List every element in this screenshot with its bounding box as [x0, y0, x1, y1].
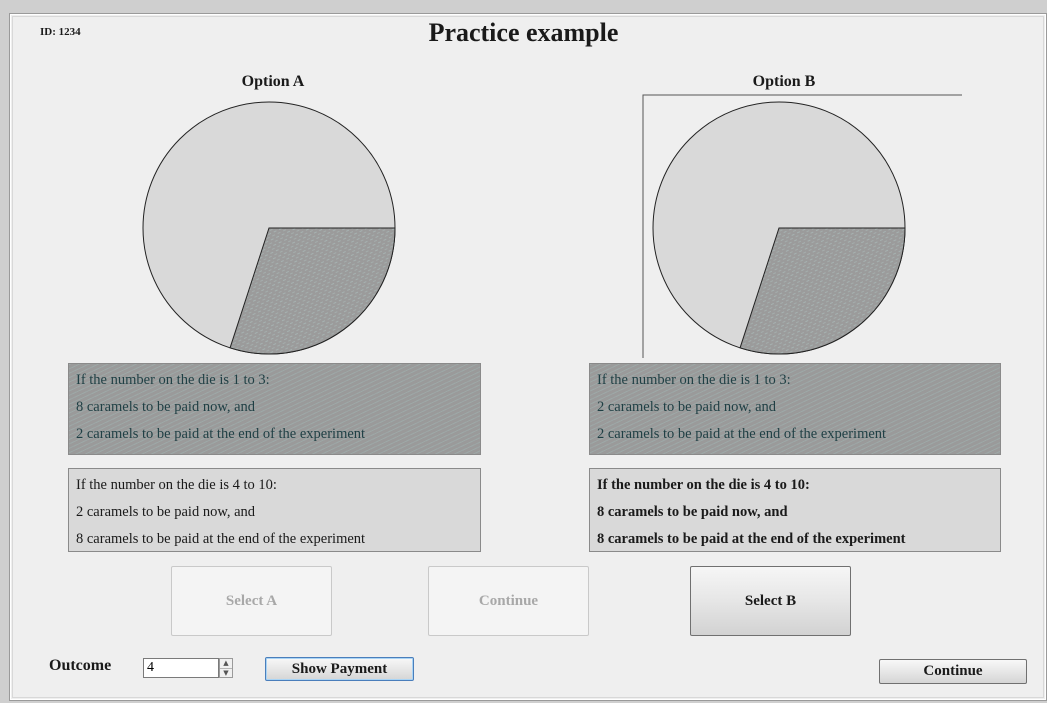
outcome-line: 2 caramels to be paid at the end of the …: [76, 426, 366, 442]
option-a-outcome-1-to-3: If the number on the die is 1 to 3: 8 ca…: [68, 363, 481, 455]
outcome-label: Outcome: [49, 657, 112, 674]
outcome-input[interactable]: [143, 658, 219, 678]
outcome-line: If the number on the die is 1 to 3:: [597, 372, 791, 388]
outcome-line: 8 caramels to be paid at the end of the …: [597, 531, 906, 547]
outcome-line: 2 caramels to be paid at the end of the …: [597, 426, 887, 442]
outcome-line: 8 caramels to be paid at the end of the …: [76, 531, 366, 547]
spinner-up-icon[interactable]: ▲: [220, 659, 232, 668]
option-b-pie: [652, 101, 906, 355]
select-a-button[interactable]: Select A: [171, 566, 332, 636]
outcome-spinner[interactable]: ▲ ▼: [219, 658, 233, 678]
outcome-line: 2 caramels to be paid now, and: [76, 504, 256, 520]
spinner-down-icon[interactable]: ▼: [220, 668, 232, 678]
outcome-line: 2 caramels to be paid now, and: [597, 399, 777, 415]
option-a-outcome-4-to-10: If the number on the die is 4 to 10: 2 c…: [68, 468, 481, 552]
outcome-line: 8 caramels to be paid now, and: [76, 399, 256, 415]
continue-button[interactable]: Continue: [879, 659, 1027, 684]
option-b-outcome-1-to-3: If the number on the die is 1 to 3: 2 ca…: [589, 363, 1001, 455]
option-a-pie: [142, 101, 396, 355]
option-b-outcome-4-to-10: If the number on the die is 4 to 10: 8 c…: [589, 468, 1001, 552]
outcome-line: 8 caramels to be paid now, and: [597, 504, 788, 520]
outcome-line: If the number on the die is 4 to 10:: [76, 477, 277, 493]
continue-middle-button[interactable]: Continue: [428, 566, 589, 636]
outcome-line: If the number on the die is 1 to 3:: [76, 372, 270, 388]
outcome-line: If the number on the die is 4 to 10:: [597, 477, 810, 493]
show-payment-button[interactable]: Show Payment: [265, 657, 414, 681]
select-b-button[interactable]: Select B: [690, 566, 851, 636]
